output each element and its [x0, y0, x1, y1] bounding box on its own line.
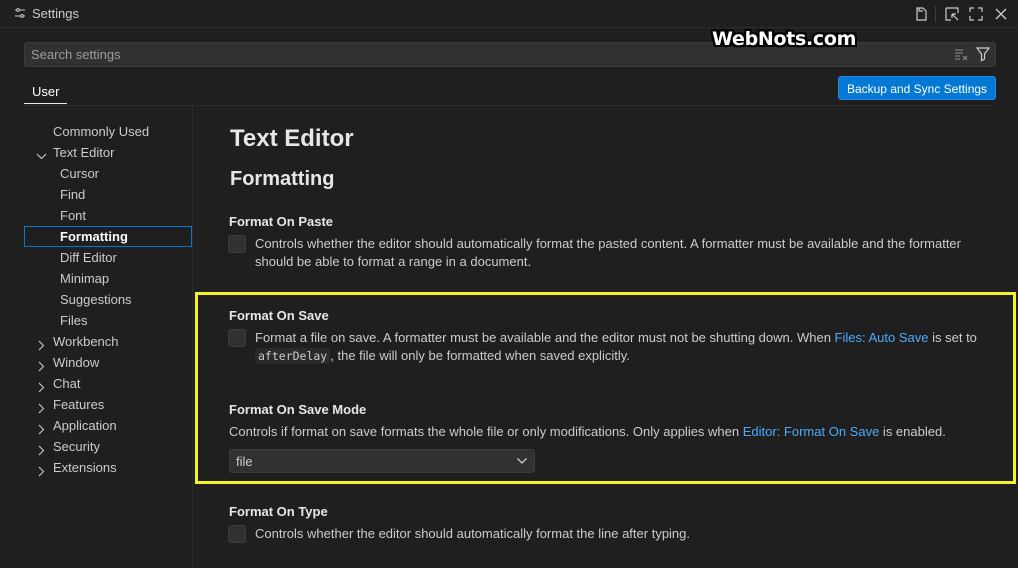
- setting-title-format-on-type: Format On Type: [229, 504, 328, 519]
- toc-label: Formatting: [60, 229, 128, 244]
- chevron-right-icon: [36, 441, 47, 456]
- chevron-right-icon: [36, 462, 47, 477]
- toc-label: Text Editor: [53, 145, 115, 160]
- window-title: Settings: [32, 6, 79, 21]
- title-bar: Settings: [0, 0, 1018, 28]
- chevron-right-icon: [36, 399, 47, 414]
- toc-item-workbench[interactable]: Workbench: [24, 331, 192, 352]
- setting-title-format-on-paste: Format On Paste: [229, 214, 334, 229]
- chevron-down-icon: [36, 147, 47, 160]
- filter-icon[interactable]: [975, 46, 991, 62]
- sidebar-divider: [192, 106, 193, 568]
- toc-item-minimap[interactable]: Minimap: [24, 268, 192, 289]
- toc-label: Suggestions: [60, 292, 132, 307]
- format-on-paste-checkbox[interactable]: [228, 235, 246, 253]
- toc-item-font[interactable]: Font: [24, 205, 192, 226]
- clear-filter-icon[interactable]: [953, 46, 969, 62]
- toc-item-text-editor[interactable]: Text Editor: [24, 142, 192, 163]
- toc-label: Find: [60, 187, 86, 202]
- toc-item-security[interactable]: Security: [24, 436, 192, 457]
- chevron-right-icon: [36, 378, 47, 393]
- toc-label: Extensions: [53, 460, 117, 475]
- toc-label: Security: [53, 439, 100, 454]
- toc-item-application[interactable]: Application: [24, 415, 192, 436]
- highlight-box: [195, 292, 1016, 484]
- toc-item-commonly-used[interactable]: Commonly Used: [24, 121, 192, 142]
- setting-description-format-on-type: Controls whether the editor should autom…: [255, 526, 691, 541]
- toc-label: Chat: [53, 376, 81, 391]
- toc-item-window[interactable]: Window: [24, 352, 192, 373]
- chevron-right-icon: [36, 357, 47, 372]
- toc-item-find[interactable]: Find: [24, 184, 192, 205]
- subsection-heading: Formatting: [230, 168, 335, 190]
- toggle-panel-icon[interactable]: [943, 5, 961, 23]
- setting-description-format-on-paste: Controls whether the editor should autom…: [255, 235, 995, 271]
- toc-label: Features: [53, 397, 105, 412]
- backup-sync-button[interactable]: Backup and Sync Settings: [838, 76, 996, 100]
- chevron-right-icon: [36, 420, 47, 435]
- toc-item-cursor[interactable]: Cursor: [24, 163, 192, 184]
- section-heading: Text Editor: [230, 125, 354, 152]
- tab-user[interactable]: User: [24, 80, 68, 104]
- format-on-type-checkbox[interactable]: [228, 525, 246, 543]
- toc-item-files[interactable]: Files: [24, 310, 192, 331]
- toc-item-extensions[interactable]: Extensions: [24, 457, 192, 478]
- toc-item-chat[interactable]: Chat: [24, 373, 192, 394]
- description-line: Controls whether the editor should autom…: [255, 236, 961, 251]
- toc-label: Diff Editor: [60, 250, 117, 265]
- toc-label: Application: [53, 418, 117, 433]
- toc-item-formatting[interactable]: Formatting: [24, 226, 192, 247]
- toc-label: Files: [60, 313, 88, 328]
- close-icon[interactable]: [992, 5, 1010, 23]
- toc-label: Workbench: [53, 334, 119, 349]
- maximize-icon[interactable]: [967, 5, 985, 23]
- open-settings-json-icon[interactable]: [912, 5, 930, 23]
- description-line: should be able to format a range in a do…: [255, 254, 532, 269]
- toc-label: Minimap: [60, 271, 110, 286]
- watermark-logo: WebNots.com: [712, 28, 857, 50]
- settings-toc-tree: Commonly Used Text Editor Cursor Find Fo…: [24, 121, 192, 478]
- toc-item-diff-editor[interactable]: Diff Editor: [24, 247, 192, 268]
- settings-sliders-icon: [14, 7, 26, 19]
- toc-item-features[interactable]: Features: [24, 394, 192, 415]
- tabs-divider: [24, 105, 996, 106]
- chevron-right-icon: [36, 336, 47, 351]
- toc-label: Cursor: [60, 166, 100, 181]
- toc-label: Font: [60, 208, 87, 223]
- title-separator: [935, 6, 936, 22]
- toc-label: Window: [53, 355, 100, 370]
- toc-item-suggestions[interactable]: Suggestions: [24, 289, 192, 310]
- toc-label: Commonly Used: [53, 124, 150, 139]
